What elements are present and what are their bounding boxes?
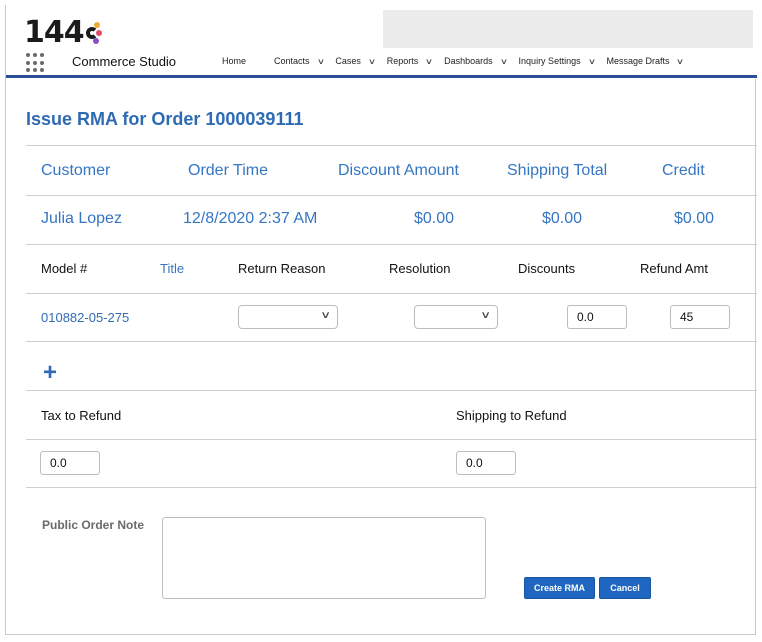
divider xyxy=(26,341,757,342)
discount-amount-value: $0.00 xyxy=(414,210,455,227)
divider xyxy=(26,293,757,294)
chevron-down-icon[interactable]: ∨ xyxy=(316,57,324,66)
column-header-discounts: Discounts xyxy=(518,261,576,276)
nav-item-inquiry-settings[interactable]: Inquiry Settings ∨ xyxy=(519,56,607,66)
chevron-down-icon[interactable]: ∨ xyxy=(368,57,376,66)
nav-item-reports[interactable]: Reports ∨ xyxy=(387,56,444,66)
nav-bar: Home Contacts ∨ Cases ∨ Reports ∨ Dashbo… xyxy=(222,56,695,66)
page-title: Issue RMA for Order 1000039111 xyxy=(26,109,304,129)
divider xyxy=(26,145,757,146)
nav-item-cases[interactable]: Cases ∨ xyxy=(335,56,386,66)
divider xyxy=(26,390,757,391)
nav-item-label: Dashboards xyxy=(444,56,493,66)
nav-item-label: Contacts xyxy=(274,56,310,66)
summary-header-order-time: Order Time xyxy=(188,162,269,179)
divider xyxy=(26,439,757,440)
resolution-select[interactable]: ∨ xyxy=(414,305,498,329)
logo-c-dots xyxy=(85,18,102,48)
chevron-down-icon[interactable]: ∨ xyxy=(425,57,433,66)
divider xyxy=(26,244,757,245)
discounts-input[interactable]: 0.0 xyxy=(567,305,627,329)
summary-header-customer: Customer xyxy=(41,162,111,179)
chevron-down-icon[interactable]: ∨ xyxy=(500,57,508,66)
logo-text: 144 xyxy=(24,15,85,50)
column-header-return-reason: Return Reason xyxy=(238,261,326,276)
refund-amount-input[interactable]: 45 xyxy=(670,305,730,329)
shipping-total-value: $0.00 xyxy=(542,210,583,227)
chevron-down-icon: ∨ xyxy=(319,310,331,321)
nav-item-home[interactable]: Home xyxy=(222,56,246,66)
order-time-value: 12/8/2020 2:37 AM xyxy=(183,210,318,227)
chevron-down-icon: ∨ xyxy=(479,310,491,321)
customer-name: Julia Lopez xyxy=(41,210,122,227)
cancel-button[interactable]: Cancel xyxy=(599,577,651,599)
nav-item-label: Cases xyxy=(335,56,361,66)
return-reason-select[interactable]: ∨ xyxy=(238,305,338,329)
global-search-box[interactable] xyxy=(383,10,753,48)
nav-underline xyxy=(6,75,757,78)
public-order-note-label: Public Order Note xyxy=(42,518,145,532)
tax-to-refund-input[interactable]: 0.0 xyxy=(40,451,100,475)
column-header-title[interactable]: Title xyxy=(160,261,184,276)
summary-header-credit: Credit xyxy=(662,162,705,179)
tax-to-refund-label: Tax to Refund xyxy=(41,408,122,423)
chevron-down-icon[interactable]: ∨ xyxy=(587,57,595,66)
model-number-link[interactable]: 010882-05-275 xyxy=(41,310,129,325)
nav-item-label: Reports xyxy=(386,56,419,66)
global-header: 144 Commerce Studio Home Contacts ∨ Case… xyxy=(6,5,757,79)
summary-header-shipping-total: Shipping Total xyxy=(507,162,608,179)
credit-value: $0.00 xyxy=(674,210,715,227)
nav-item-contacts[interactable]: Contacts ∨ xyxy=(274,56,335,66)
column-header-model: Model # xyxy=(41,261,88,276)
nav-item-label: Message Drafts xyxy=(606,56,670,66)
column-header-refund-amt: Refund Amt xyxy=(640,261,708,276)
brand-logo: 144 xyxy=(24,15,102,50)
nav-item-label: Inquiry Settings xyxy=(518,56,581,66)
column-header-resolution: Resolution xyxy=(389,261,451,276)
chevron-down-icon[interactable]: ∨ xyxy=(676,57,684,66)
app-launcher-icon[interactable] xyxy=(26,53,46,73)
divider xyxy=(26,195,757,196)
nav-item-label: Home xyxy=(222,56,247,66)
shipping-to-refund-input[interactable]: 0.0 xyxy=(456,451,516,475)
plus-icon[interactable]: + xyxy=(43,361,57,385)
app-name: Commerce Studio xyxy=(72,54,177,69)
public-order-note-textarea[interactable] xyxy=(162,517,486,599)
app-window: 144 Commerce Studio Home Contacts ∨ Case… xyxy=(5,5,757,635)
summary-header-discount-amount: Discount Amount xyxy=(338,162,459,179)
divider xyxy=(26,487,757,488)
shipping-to-refund-label: Shipping to Refund xyxy=(456,408,567,423)
nav-item-dashboards[interactable]: Dashboards ∨ xyxy=(444,56,518,66)
nav-item-message-drafts[interactable]: Message Drafts ∨ xyxy=(606,56,695,66)
create-rma-button[interactable]: Create RMA xyxy=(524,577,595,599)
